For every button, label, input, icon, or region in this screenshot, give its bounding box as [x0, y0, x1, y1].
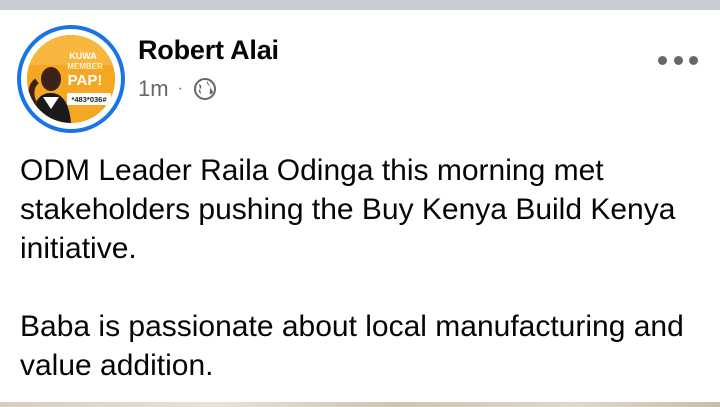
more-options-button[interactable] [658, 50, 698, 70]
avatar-badge-line2: MEMBER [67, 62, 103, 71]
feed-divider [0, 0, 720, 10]
avatar-badge-line1: KUWA [69, 51, 97, 61]
post-body-text: ODM Leader Raila Odinga this morning met… [20, 154, 684, 382]
more-dots-icon [673, 55, 683, 65]
post-card: KUWA MEMBER PAP! *483*036# Robert Alai 1… [0, 10, 720, 407]
more-dots-icon [689, 55, 698, 65]
globe-icon[interactable] [193, 77, 217, 101]
post-timestamp[interactable]: 1m [138, 76, 169, 102]
avatar-story-ring[interactable]: KUWA MEMBER PAP! *483*036# [17, 25, 125, 133]
post-meta: 1m · [138, 76, 217, 102]
avatar-badge-code: *483*036# [71, 95, 107, 104]
author-name[interactable]: Robert Alai [138, 35, 279, 66]
meta-separator: · [177, 80, 183, 97]
more-dots-icon [658, 55, 667, 65]
avatar-image: KUWA MEMBER PAP! *483*036# [27, 35, 115, 123]
post-image-preview[interactable] [0, 402, 720, 407]
avatar[interactable]: KUWA MEMBER PAP! *483*036# [27, 35, 115, 123]
avatar-badge-line3: PAP! [68, 72, 103, 89]
